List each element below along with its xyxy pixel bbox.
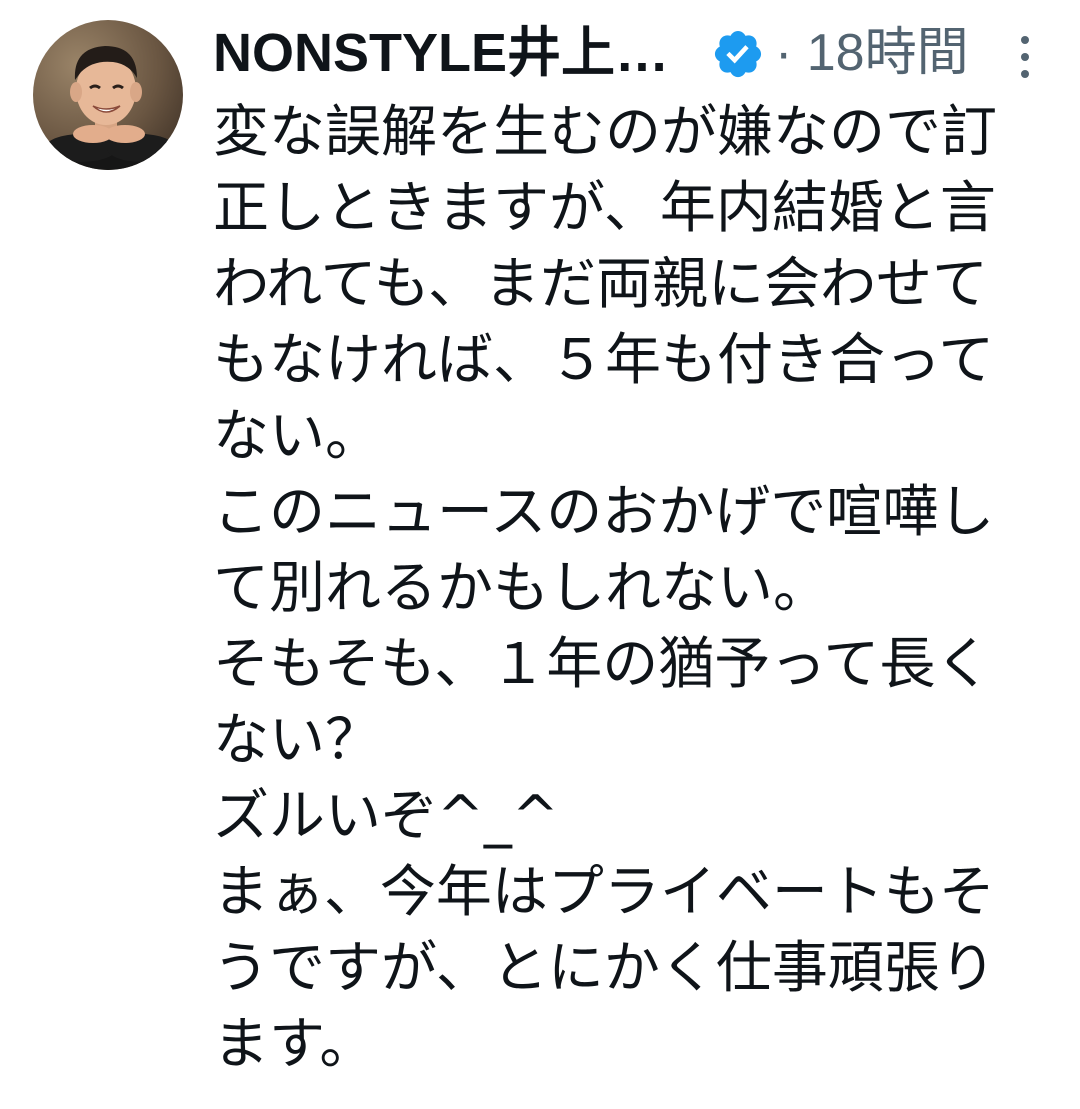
avatar-image xyxy=(33,20,183,170)
tweet-text-line: 変な誤解を生むのが嫌なので訂 xyxy=(213,100,997,165)
tweet-text-line: まぁ、今年はプライベートもそ xyxy=(213,860,995,925)
author-name[interactable]: NONSTYLE井上… xyxy=(213,18,669,88)
tweet-text-line: ます。 xyxy=(213,1012,376,1077)
tweet-text-line: われても、まだ両親に会わせて xyxy=(213,252,989,317)
author-avatar[interactable] xyxy=(33,20,183,170)
tweet-header: NONSTYLE井上… · 18時間 xyxy=(213,14,1053,90)
tweet-text-line: 正しときますが、年内結婚と言 xyxy=(213,176,996,241)
tweet-text-line: ズルいぞ^_^ xyxy=(213,784,559,849)
tweet-text: 変な誤解を生むのが嫌なので訂 正しときますが、年内結婚と言 われても、まだ両親に… xyxy=(213,95,1063,1083)
tweet-text-line: このニュースのおかげで喧嘩し xyxy=(213,480,995,545)
verified-badge-icon xyxy=(711,27,765,81)
tweet-text-line: もなければ、５年も付き合って xyxy=(213,328,995,393)
tweet: NONSTYLE井上… · 18時間 変な誤解を生むのが嫌なので訂 正しときます… xyxy=(0,0,1080,1109)
tweet-text-line: うですが、とにかく仕事頑張り xyxy=(213,936,996,1001)
tweet-text-line: て別れるかもしれない。 xyxy=(213,556,829,621)
tweet-text-line: ない？ xyxy=(213,708,381,773)
tweet-text-line: ない。 xyxy=(213,404,381,469)
more-options-icon[interactable] xyxy=(1011,32,1039,84)
tweet-text-line: そもそも、１年の猶予って長く xyxy=(213,632,992,697)
tweet-timestamp[interactable]: · 18時間 xyxy=(775,18,969,88)
